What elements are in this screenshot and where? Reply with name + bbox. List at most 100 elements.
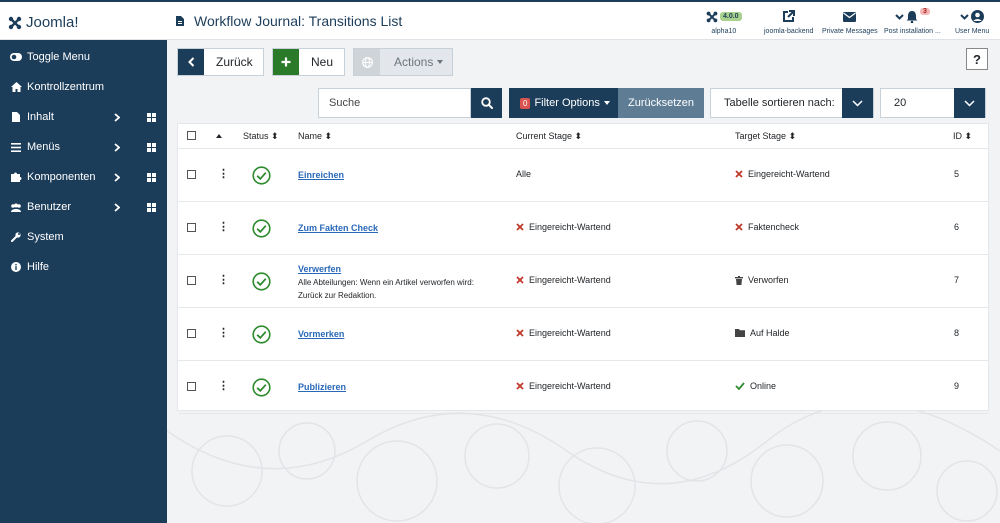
current-stage-label: Alle (516, 169, 532, 179)
times-icon (516, 329, 524, 337)
chevron-down-icon (842, 88, 873, 118)
sort-icon: ⬍ (964, 131, 973, 141)
chevron-down-icon (960, 13, 969, 20)
published-check-icon[interactable] (252, 325, 271, 344)
header-item-post-install[interactable]: 3 Post installation ... (884, 8, 941, 35)
new-button-label: Neu (311, 55, 334, 69)
transition-name-link[interactable]: Einreichen (298, 170, 344, 180)
globe-icon (354, 49, 380, 75)
target-stage: Online (735, 381, 776, 391)
current-stage-label: Eingereicht-Wartend (529, 275, 611, 285)
header-item-label: User Menu (955, 28, 990, 35)
row-checkbox[interactable] (187, 382, 196, 391)
table-row: ⋮ Einreichen Alle Eingereicht-Wartend 5 (178, 149, 988, 202)
sort-ordering-icon[interactable] (216, 134, 222, 138)
sort-icon: ⬍ (324, 131, 333, 141)
row-id: 5 (954, 169, 960, 179)
sidebar-item-inhalt[interactable]: Inhalt (0, 102, 167, 132)
header-item-messages[interactable]: Private Messages (822, 8, 878, 35)
filter-options-button[interactable]: 0 Filter Options (509, 88, 618, 118)
row-checkbox[interactable] (187, 329, 196, 338)
transition-name-link[interactable]: Zum Fakten Check (298, 223, 378, 233)
select-all-checkbox[interactable] (187, 131, 196, 140)
column-name[interactable]: Name ⬍ (298, 131, 332, 142)
row-checkbox[interactable] (187, 223, 196, 232)
column-current-stage[interactable]: Current Stage ⬍ (516, 131, 582, 142)
joomla-logo-icon (8, 16, 22, 29)
dashboard-grid-icon[interactable] (147, 143, 156, 152)
search-button[interactable] (471, 88, 502, 118)
new-button[interactable]: Neu (272, 48, 345, 76)
wrench-icon (10, 232, 22, 242)
header-item-backend[interactable]: joomla-backend (764, 8, 813, 35)
sidebar-item-system[interactable]: System (0, 222, 167, 252)
header-item-user-menu[interactable]: User Menu (955, 8, 989, 35)
kebab-menu-icon[interactable]: ⋮ (218, 328, 229, 339)
back-button[interactable]: Zurück (177, 48, 264, 76)
published-check-icon[interactable] (252, 219, 271, 238)
column-status[interactable]: Status ⬍ (243, 131, 279, 142)
current-stage: Alle (516, 169, 531, 179)
table-row: ⋮ Verwerfen Alle Abteilungen: Wenn ein A… (178, 255, 988, 308)
row-checkbox[interactable] (187, 170, 196, 179)
sidebar-item-menus[interactable]: Menüs (0, 132, 167, 162)
sidebar-item-toggle-menu[interactable]: Toggle Menu (0, 42, 167, 72)
kebab-menu-icon[interactable]: ⋮ (218, 275, 229, 286)
times-icon (735, 223, 743, 231)
sort-select-label: Tabelle sortieren nach: (724, 97, 835, 109)
limit-select[interactable]: 20 (880, 88, 986, 118)
puzzle-icon (10, 172, 22, 182)
page-title-wrap: Workflow Journal: Transitions List (176, 13, 402, 29)
search-input[interactable] (318, 88, 471, 118)
published-check-icon[interactable] (252, 272, 271, 291)
header-item-site[interactable]: 4.0.0 alpha10 (706, 8, 742, 35)
row-id: 6 (954, 222, 960, 232)
published-check-icon[interactable] (252, 166, 271, 185)
actions-dropdown[interactable]: Actions (353, 48, 453, 76)
times-icon (516, 223, 524, 231)
bell-icon (906, 11, 918, 23)
sidebar-item-hilfe[interactable]: Hilfe (0, 252, 167, 282)
sidebar: Toggle Menu Kontrollzentrum Inhalt Menüs… (0, 40, 167, 523)
row-id: 8 (954, 328, 960, 338)
transition-name-link[interactable]: Verwerfen (298, 264, 341, 274)
kebab-menu-icon[interactable]: ⋮ (218, 381, 229, 392)
sidebar-item-label: Benutzer (27, 201, 72, 213)
file-icon (10, 112, 22, 122)
header-item-label: Post installation ... (884, 28, 941, 35)
chevron-right-icon (114, 203, 120, 212)
dashboard-grid-icon[interactable] (147, 173, 156, 182)
sidebar-item-benutzer[interactable]: Benutzer (0, 192, 167, 222)
sort-select[interactable]: Tabelle sortieren nach: (710, 88, 874, 118)
file-icon (176, 16, 184, 26)
search-icon (480, 97, 493, 109)
sidebar-item-label: Komponenten (27, 171, 96, 183)
target-stage: Faktencheck (735, 222, 799, 232)
sidebar-item-kontrollzentrum[interactable]: Kontrollzentrum (0, 72, 167, 102)
reset-button[interactable]: Zurücksetzen (618, 88, 704, 118)
table-row: ⋮ Vormerken Eingereicht-Wartend Auf Hald… (178, 308, 988, 361)
transition-name-link[interactable]: Publizieren (298, 382, 346, 392)
transition-name-link[interactable]: Vormerken (298, 329, 344, 339)
row-checkbox[interactable] (187, 276, 196, 285)
dashboard-grid-icon[interactable] (147, 203, 156, 212)
notification-count-badge: 3 (919, 8, 930, 15)
caret-down-icon (603, 101, 610, 105)
column-current-stage-label: Current Stage (516, 131, 573, 141)
chevron-right-icon (114, 113, 120, 122)
kebab-menu-icon[interactable]: ⋮ (218, 169, 229, 180)
published-check-icon[interactable] (252, 378, 271, 397)
sidebar-item-komponenten[interactable]: Komponenten (0, 162, 167, 192)
version-badge: 4.0.0 (720, 12, 742, 21)
sidebar-item-label: System (27, 231, 64, 243)
filter-options-label: Filter Options (534, 97, 600, 109)
dashboard-grid-icon[interactable] (147, 113, 156, 122)
kebab-menu-icon[interactable]: ⋮ (218, 222, 229, 233)
column-id[interactable]: ID ⬍ (953, 131, 972, 142)
joomla-logo[interactable]: Joomla! (8, 14, 79, 31)
trash-icon (735, 275, 743, 285)
help-button[interactable]: ? (966, 48, 988, 70)
target-stage: Eingereicht-Wartend (735, 169, 830, 179)
column-target-stage[interactable]: Target Stage ⬍ (735, 131, 796, 142)
toggle-icon (10, 53, 22, 61)
